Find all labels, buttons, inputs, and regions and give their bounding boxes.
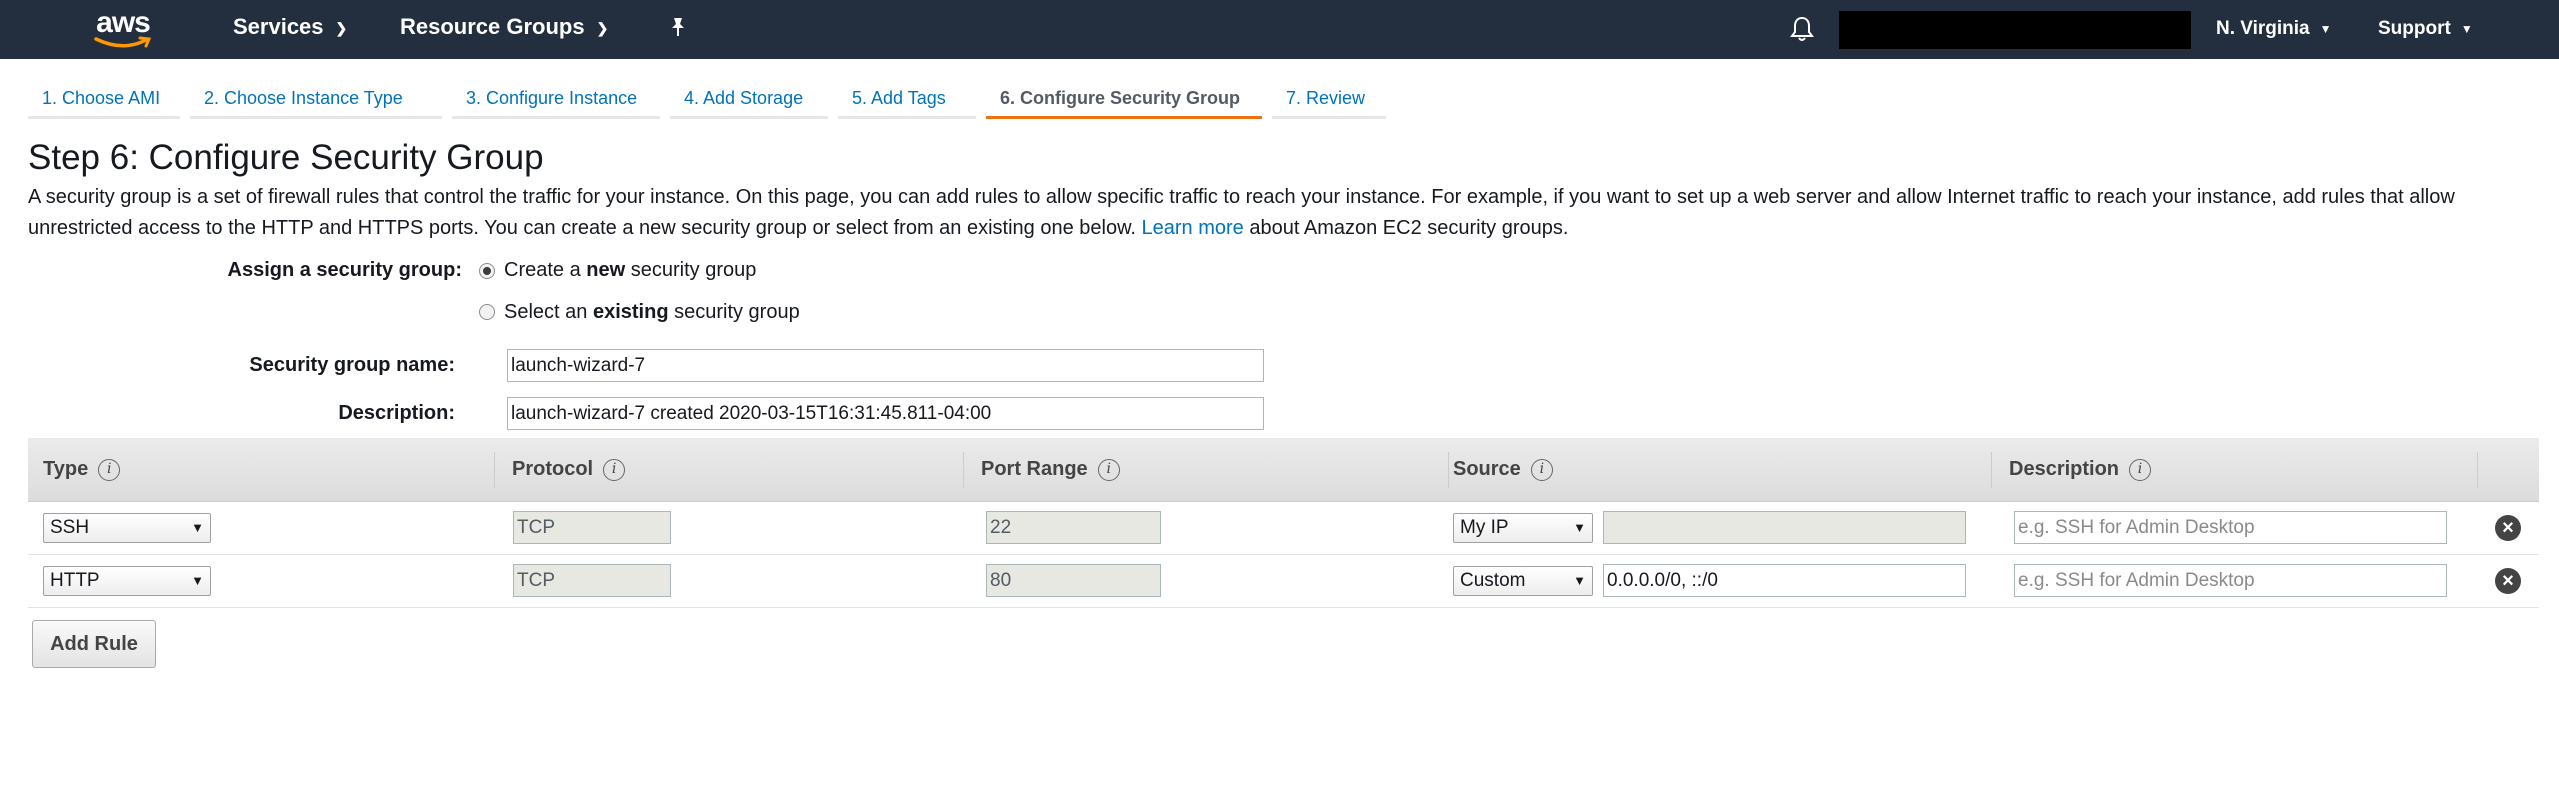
delete-rule-icon[interactable]: ×: [2495, 568, 2521, 594]
rule-description-input[interactable]: [2014, 564, 2447, 597]
create-new-text-post: security group: [630, 259, 757, 281]
select-existing-radio[interactable]: [479, 304, 495, 320]
row-divider: [28, 554, 2539, 555]
bell-icon[interactable]: [1788, 15, 1816, 43]
type-select[interactable]: HTTP ▼: [43, 566, 211, 596]
create-new-text-pre: Create a: [504, 259, 581, 281]
header-type-label: Type: [43, 458, 89, 480]
row-divider: [28, 607, 2539, 608]
rules-table-header: Type i Protocol i Port Range i Source i Desc…: [28, 438, 2539, 502]
header-divider: [494, 452, 495, 488]
caret-down-icon: ▼: [1573, 520, 1586, 535]
source-cidr-field: [1603, 511, 1966, 544]
region-label: N. Virginia: [2216, 18, 2310, 39]
header-divider: [1991, 452, 1992, 488]
tab-review[interactable]: 7. Review: [1272, 73, 1386, 119]
info-icon[interactable]: i: [603, 458, 626, 481]
caret-down-icon: ▼: [2319, 21, 2332, 36]
header-divider: [1448, 452, 1449, 488]
protocol-field: TCP: [513, 511, 671, 544]
support-menu[interactable]: Support ▼: [2378, 18, 2473, 40]
add-rule-button[interactable]: Add Rule: [32, 620, 156, 668]
header-type: Type i: [43, 458, 121, 481]
resource-groups-menu[interactable]: Resource Groups ❯: [400, 14, 608, 40]
caret-down-icon: ▼: [2460, 21, 2473, 36]
header-divider: [963, 452, 964, 488]
info-icon[interactable]: i: [1097, 458, 1120, 481]
info-icon[interactable]: i: [98, 458, 121, 481]
learn-more-link[interactable]: Learn more: [1142, 217, 1244, 239]
description-label: Description:: [338, 402, 455, 424]
type-select[interactable]: SSH ▼: [43, 513, 211, 543]
create-new-radio[interactable]: [479, 263, 495, 279]
tab-add-tags[interactable]: 5. Add Tags: [838, 73, 976, 119]
protocol-field: TCP: [513, 564, 671, 597]
header-port-range: Port Range i: [981, 458, 1120, 481]
pin-icon[interactable]: [666, 15, 690, 39]
tab-configure-security-group[interactable]: 6. Configure Security Group: [986, 73, 1262, 119]
header-description-label: Description: [2009, 458, 2120, 480]
header-description: Description i: [2009, 458, 2152, 481]
services-label: Services: [233, 14, 324, 39]
header-divider: [2477, 452, 2478, 488]
caret-down-icon: ▼: [191, 520, 204, 535]
caret-down-icon: ▼: [191, 573, 204, 588]
chevron-down-icon: ❯: [335, 19, 348, 36]
source-cidr-input[interactable]: [1603, 564, 1966, 597]
aws-logo-text: aws: [96, 6, 151, 39]
top-navigation-bar: aws Services ❯ Resource Groups ❯ N. Virgin…: [0, 0, 2559, 59]
info-icon[interactable]: i: [1530, 458, 1553, 481]
chevron-down-icon: ❯: [596, 19, 609, 36]
create-new-label[interactable]: Create a new security group: [504, 259, 756, 282]
header-port-range-label: Port Range: [981, 458, 1088, 480]
select-existing-text-bold: existing: [592, 301, 669, 323]
intro-text: A security group is a set of firewall ru…: [28, 182, 2528, 244]
security-group-name-label: Security group name:: [249, 354, 455, 376]
info-icon[interactable]: i: [2129, 458, 2152, 481]
port-range-field: 80: [986, 564, 1161, 597]
type-select-value: HTTP: [50, 570, 100, 591]
tab-add-storage[interactable]: 4. Add Storage: [670, 73, 828, 119]
header-source-label: Source: [1453, 458, 1521, 480]
select-existing-label[interactable]: Select an existing security group: [504, 301, 800, 324]
support-label: Support: [2378, 18, 2451, 39]
port-range-field: 22: [986, 511, 1161, 544]
header-protocol-label: Protocol: [512, 458, 594, 480]
tab-choose-ami[interactable]: 1. Choose AMI: [28, 73, 180, 119]
source-select[interactable]: Custom ▼: [1453, 566, 1593, 596]
assign-security-group-label: Assign a security group:: [227, 259, 463, 281]
region-menu[interactable]: N. Virginia ▼: [2216, 18, 2332, 40]
delete-rule-icon[interactable]: ×: [2495, 515, 2521, 541]
tab-configure-instance[interactable]: 3. Configure Instance: [452, 73, 660, 119]
header-source: Source i: [1453, 458, 1553, 481]
header-protocol: Protocol i: [512, 458, 626, 481]
source-select[interactable]: My IP ▼: [1453, 513, 1593, 543]
source-select-value: My IP: [1460, 517, 1509, 538]
resource-groups-label: Resource Groups: [400, 14, 585, 39]
caret-down-icon: ▼: [1573, 573, 1586, 588]
aws-smile-icon: [94, 36, 152, 48]
security-group-name-input[interactable]: [507, 349, 1264, 382]
aws-logo[interactable]: aws: [92, 6, 154, 52]
intro-suffix: about Amazon EC2 security groups.: [1249, 217, 1569, 239]
type-select-value: SSH: [50, 517, 90, 538]
select-existing-text-post: security group: [674, 301, 800, 323]
account-menu-redacted[interactable]: [1839, 11, 2191, 49]
description-input[interactable]: [507, 397, 1264, 430]
page-title: Step 6: Configure Security Group: [28, 138, 544, 177]
rule-description-input[interactable]: [2014, 511, 2447, 544]
create-new-text-bold: new: [586, 259, 626, 281]
tab-choose-instance-type[interactable]: 2. Choose Instance Type: [190, 73, 442, 119]
select-existing-text-pre: Select an: [504, 301, 588, 323]
services-menu[interactable]: Services ❯: [233, 14, 347, 40]
source-select-value: Custom: [1460, 570, 1526, 591]
